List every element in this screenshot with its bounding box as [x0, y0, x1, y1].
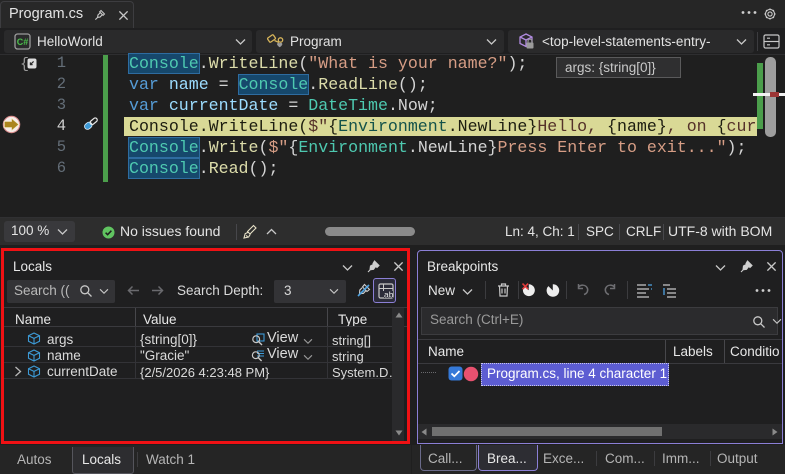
svg-text:ab: ab — [384, 290, 394, 300]
svg-text:C#: C# — [17, 37, 29, 47]
